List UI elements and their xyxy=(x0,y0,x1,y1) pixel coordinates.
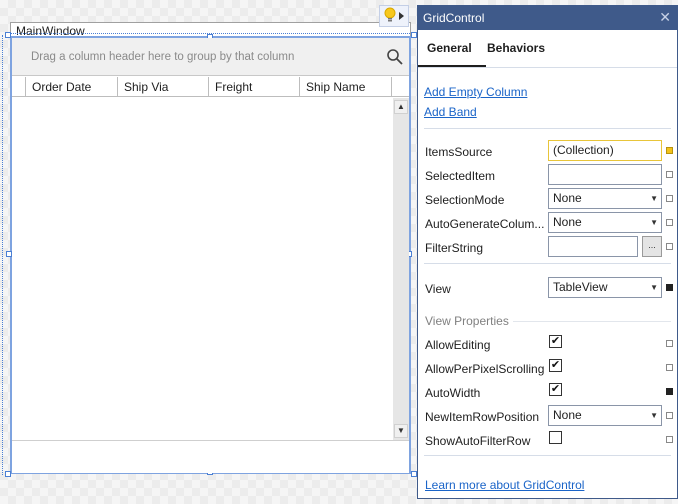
column-header-filler xyxy=(392,77,409,97)
property-marker-autowidth[interactable] xyxy=(666,388,673,395)
divider xyxy=(424,263,671,264)
group-panel[interactable]: Drag a column header here to group by th… xyxy=(12,38,409,76)
property-label-autogeneratecolumns: AutoGenerateColum... xyxy=(425,217,545,231)
triangle-right-icon xyxy=(399,9,404,23)
selectionmode-combo[interactable]: None ▼ xyxy=(548,188,662,209)
property-marker-view[interactable] xyxy=(666,284,673,291)
grid-data-area[interactable] xyxy=(12,98,393,440)
property-marker-allowperpixelscrolling[interactable] xyxy=(666,364,673,371)
add-empty-column-link[interactable]: Add Empty Column xyxy=(424,85,527,99)
smart-tag-panel: GridControl ✕ General Behaviors Add Empt… xyxy=(417,5,678,499)
filterstring-field[interactable] xyxy=(548,236,638,257)
divider xyxy=(424,128,671,129)
selecteditem-field[interactable] xyxy=(548,164,662,185)
panel-header: GridControl ✕ xyxy=(418,6,677,30)
property-marker-showautofilterrow[interactable] xyxy=(666,436,673,443)
selectionmode-value: None xyxy=(553,191,582,205)
panel-title: GridControl xyxy=(423,11,485,25)
property-label-filterstring: FilterString xyxy=(425,241,484,255)
allowediting-checkbox[interactable]: ✔ xyxy=(549,335,562,348)
tab-general[interactable]: General xyxy=(427,41,472,55)
section-divider xyxy=(513,321,671,322)
row-indicator-header xyxy=(12,77,26,97)
autogeneratecolumns-value: None xyxy=(553,215,582,229)
property-label-newitemrowposition: NewItemRowPosition xyxy=(425,410,540,424)
property-label-allowediting: AllowEditing xyxy=(425,338,491,352)
chevron-down-icon[interactable]: ▼ xyxy=(650,213,658,232)
autowidth-checkbox[interactable]: ✔ xyxy=(549,383,562,396)
property-marker-filterstring[interactable] xyxy=(666,243,673,250)
autogeneratecolumns-combo[interactable]: None ▼ xyxy=(548,212,662,233)
filterstring-ellipsis-button[interactable]: ... xyxy=(642,236,662,257)
chevron-down-icon[interactable]: ▼ xyxy=(650,189,658,208)
lightbulb-icon xyxy=(384,7,396,26)
smart-tag-button[interactable] xyxy=(379,5,409,27)
scroll-up-button[interactable]: ▲ xyxy=(394,100,408,114)
view-properties-title: View Properties xyxy=(425,314,509,328)
tab-behaviors[interactable]: Behaviors xyxy=(487,41,545,55)
property-marker-selectionmode[interactable] xyxy=(666,195,673,202)
newitemrowposition-value: None xyxy=(553,408,582,422)
newitemrowposition-combo[interactable]: None ▼ xyxy=(548,405,662,426)
close-icon[interactable]: ✕ xyxy=(659,9,671,26)
search-icon[interactable] xyxy=(386,48,404,66)
property-marker-selecteditem[interactable] xyxy=(666,171,673,178)
property-label-selectionmode: SelectionMode xyxy=(425,193,505,207)
property-label-autowidth: AutoWidth xyxy=(425,386,481,400)
group-panel-hint: Drag a column header here to group by th… xyxy=(31,51,295,63)
learn-more-link[interactable]: Learn more about GridControl xyxy=(425,478,584,492)
property-label-selecteditem: SelectedItem xyxy=(425,169,496,183)
column-header-ship-via[interactable]: Ship Via xyxy=(118,77,209,97)
column-header-ship-name[interactable]: Ship Name xyxy=(300,77,392,97)
property-marker-itemssource[interactable] xyxy=(666,147,673,154)
column-header-freight[interactable]: Freight xyxy=(209,77,300,97)
property-marker-autogeneratecolumns[interactable] xyxy=(666,219,673,226)
itemssource-field[interactable]: (Collection) xyxy=(548,140,662,161)
vertical-scrollbar[interactable]: ▲ ▼ xyxy=(393,98,409,440)
property-label-view: View xyxy=(425,282,451,296)
grid-footer xyxy=(12,440,409,473)
view-combo[interactable]: TableView ▼ xyxy=(548,277,662,298)
tab-strip: General Behaviors xyxy=(418,30,677,68)
divider xyxy=(424,455,671,456)
column-header-order-date[interactable]: Order Date xyxy=(26,77,118,97)
resize-handle-top-left[interactable] xyxy=(5,32,11,38)
selection-frame-left xyxy=(2,35,3,475)
property-marker-newitemrowposition[interactable] xyxy=(666,412,673,419)
allowperpixelscrolling-checkbox[interactable]: ✔ xyxy=(549,359,562,372)
property-label-showautofilterrow: ShowAutoFilterRow xyxy=(425,434,531,448)
active-tab-indicator xyxy=(418,65,486,67)
scroll-down-button[interactable]: ▼ xyxy=(394,424,408,438)
showautofilterrow-checkbox[interactable] xyxy=(549,431,562,444)
view-value: TableView xyxy=(553,280,608,294)
column-header-row: Order Date Ship Via Freight Ship Name xyxy=(12,77,409,97)
chevron-down-icon[interactable]: ▼ xyxy=(650,278,658,297)
add-band-link[interactable]: Add Band xyxy=(424,105,477,119)
property-marker-allowediting[interactable] xyxy=(666,340,673,347)
resize-handle-bottom-left[interactable] xyxy=(5,471,11,477)
property-label-allowperpixelscrolling: AllowPerPixelScrolling xyxy=(425,362,545,376)
chevron-down-icon[interactable]: ▼ xyxy=(650,406,658,425)
property-label-itemssource: ItemsSource xyxy=(425,145,493,159)
